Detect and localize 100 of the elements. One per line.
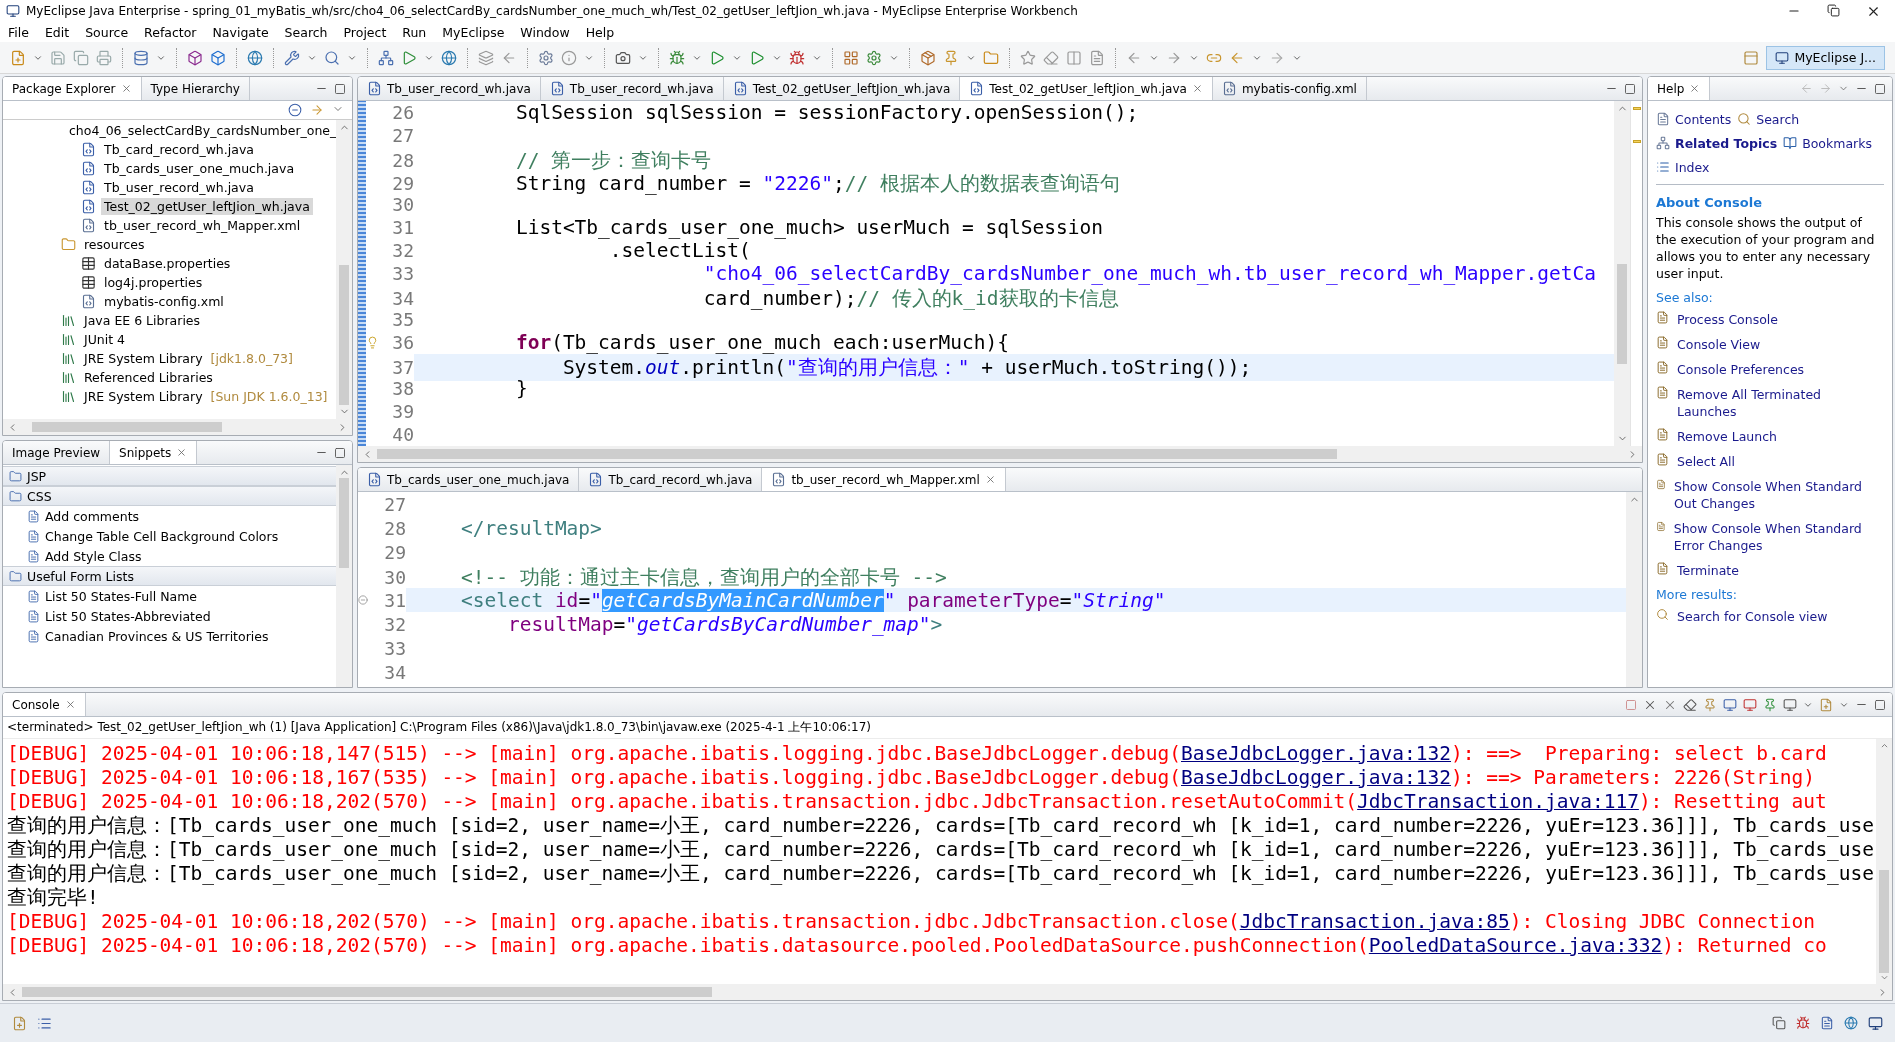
stop-icon[interactable] <box>1625 698 1637 711</box>
wrench-icon[interactable] <box>284 49 300 66</box>
tree-item[interactable]: JUnit 4 <box>3 330 336 349</box>
search-icon[interactable] <box>324 49 340 66</box>
help-nav-link[interactable]: Bookmarks <box>1783 135 1872 151</box>
source-link[interactable]: BaseJdbcLogger.java:132 <box>1181 742 1452 765</box>
folder-icon[interactable] <box>983 49 999 66</box>
tree-item[interactable]: tb_user_record_wh_Mapper.xml <box>3 216 336 235</box>
display-icon[interactable] <box>1783 697 1797 712</box>
console-icon[interactable] <box>1723 697 1737 712</box>
tasks-icon[interactable] <box>1820 1016 1834 1030</box>
tree-item[interactable]: dataBase.properties <box>3 254 336 273</box>
horizontal-scrollbar[interactable] <box>3 984 1892 1000</box>
clear-console-icon[interactable] <box>1683 697 1697 712</box>
browser-icon[interactable] <box>441 49 457 66</box>
maximize-icon[interactable] <box>334 82 346 95</box>
scroll-thumb[interactable] <box>32 422 222 432</box>
document-icon[interactable] <box>1089 49 1105 66</box>
restore-icon[interactable] <box>1827 3 1840 17</box>
vertical-scrollbar[interactable] <box>1876 739 1892 984</box>
cube-icon[interactable] <box>210 49 226 66</box>
forward-icon[interactable] <box>1819 82 1832 95</box>
window-icon[interactable] <box>1772 1016 1786 1030</box>
snippet-item[interactable]: List 50 States-Abbreviated <box>3 606 336 626</box>
columns-icon[interactable] <box>1066 49 1082 66</box>
horizontal-scrollbar[interactable] <box>358 446 1642 462</box>
pin-console-icon[interactable] <box>1763 697 1777 712</box>
tree-item[interactable]: log4j.properties <box>3 273 336 292</box>
cube-icon[interactable] <box>187 49 203 66</box>
scroll-thumb[interactable] <box>1617 264 1627 364</box>
link-editor-icon[interactable] <box>310 103 324 117</box>
tab[interactable]: Help <box>1648 77 1711 100</box>
search-link[interactable]: Search for Console view <box>1677 608 1828 625</box>
tree-item[interactable]: JRE System Library [Sun JDK 1.6.0_13] <box>3 387 336 406</box>
menu-item[interactable]: Navigate <box>212 24 269 40</box>
tree-item[interactable]: Tb_cards_user_one_much.java <box>3 159 336 178</box>
overview-mark[interactable] <box>1632 140 1641 143</box>
tab[interactable]: Tb_user_record_wh.java <box>358 77 541 100</box>
menu-item[interactable]: Window <box>520 24 570 40</box>
menu-item[interactable]: Edit <box>44 24 70 40</box>
eraser-icon[interactable] <box>1043 49 1059 66</box>
settings-icon[interactable] <box>538 49 554 66</box>
console-icon[interactable] <box>1868 1015 1883 1031</box>
fold-icon[interactable] <box>358 595 368 605</box>
camera-icon[interactable] <box>615 49 631 66</box>
menu-item[interactable]: Search <box>284 24 328 40</box>
debug-icon[interactable] <box>669 49 685 66</box>
collapse-all-icon[interactable] <box>288 103 302 117</box>
gear-icon[interactable] <box>866 49 882 66</box>
tree-item[interactable]: JRE System Library [jdk1.8.0_73] <box>3 349 336 368</box>
server-icon[interactable] <box>378 49 394 66</box>
tab[interactable]: mybatis-config.xml <box>1212 77 1367 100</box>
help-topic-link[interactable]: Remove All Terminated Launches <box>1676 386 1884 420</box>
help-topic-link[interactable]: Select All <box>1677 453 1736 470</box>
print-icon[interactable] <box>96 49 112 66</box>
source-link[interactable]: JdbcTransaction.java:85 <box>1239 910 1510 933</box>
vertical-scrollbar[interactable] <box>336 465 352 687</box>
help-nav-link[interactable]: Search <box>1737 111 1800 127</box>
tree-item[interactable]: cho4_06_selectCardBy_cardsNumber_one_ <box>3 121 336 140</box>
source-link[interactable]: JdbcTransaction.java:117 <box>1357 790 1639 813</box>
snippet-category[interactable]: Useful Form Lists <box>3 566 336 586</box>
info-icon[interactable] <box>561 49 577 66</box>
scroll-thumb[interactable] <box>339 478 349 568</box>
scroll-thumb[interactable] <box>1879 870 1889 973</box>
vertical-scrollbar[interactable] <box>336 120 352 419</box>
new-item-icon[interactable] <box>12 1015 27 1031</box>
snippet-item[interactable]: Change Table Cell Background Colors <box>3 526 336 546</box>
open-perspective-icon[interactable] <box>1743 49 1760 66</box>
help-topic-link[interactable]: Process Console <box>1677 311 1778 328</box>
scroll-thumb[interactable] <box>22 987 712 997</box>
maximize-icon[interactable] <box>334 446 346 459</box>
tree-item[interactable]: resources <box>3 235 336 254</box>
package-icon[interactable] <box>920 49 936 66</box>
menu-item[interactable]: MyEclipse <box>442 24 505 40</box>
tab[interactable]: tb_user_record_wh_Mapper.xml <box>762 468 1006 491</box>
tab[interactable]: Package Explorer <box>3 77 142 100</box>
help-topic-link[interactable]: Show Console When Standard Error Changes <box>1673 520 1884 554</box>
perspective-button[interactable]: MyEclipse J... <box>1766 45 1885 70</box>
menu-item[interactable]: File <box>8 24 29 40</box>
tab[interactable]: Tb_cards_user_one_much.java <box>358 468 580 491</box>
help-topic-link[interactable]: Console Preferences <box>1677 361 1805 378</box>
tab[interactable]: Console <box>3 693 86 716</box>
tab[interactable]: Snippets <box>110 441 198 464</box>
source-link[interactable]: BaseJdbcLogger.java:132 <box>1181 766 1452 789</box>
scroll-thumb[interactable] <box>339 264 349 405</box>
back-icon[interactable] <box>1800 82 1813 95</box>
overview-mark[interactable] <box>1632 107 1641 110</box>
menu-item[interactable]: Help <box>585 24 615 40</box>
menu-item[interactable]: Source <box>85 24 129 40</box>
help-topic-link[interactable]: Show Console When Standard Out Changes <box>1674 478 1884 512</box>
pin-icon[interactable] <box>943 49 959 66</box>
tab[interactable]: Tb_user_record_wh.java <box>540 77 724 100</box>
tab[interactable]: Type Hierarchy <box>141 77 250 100</box>
scroll-thumb[interactable] <box>377 449 1337 459</box>
bug-icon[interactable] <box>789 49 805 66</box>
save-all-icon[interactable] <box>73 49 89 66</box>
globe-icon[interactable] <box>247 49 263 66</box>
menu-item[interactable]: Refactor <box>144 24 197 40</box>
run-icon[interactable] <box>709 49 725 66</box>
snippet-item[interactable]: Add comments <box>3 506 336 526</box>
